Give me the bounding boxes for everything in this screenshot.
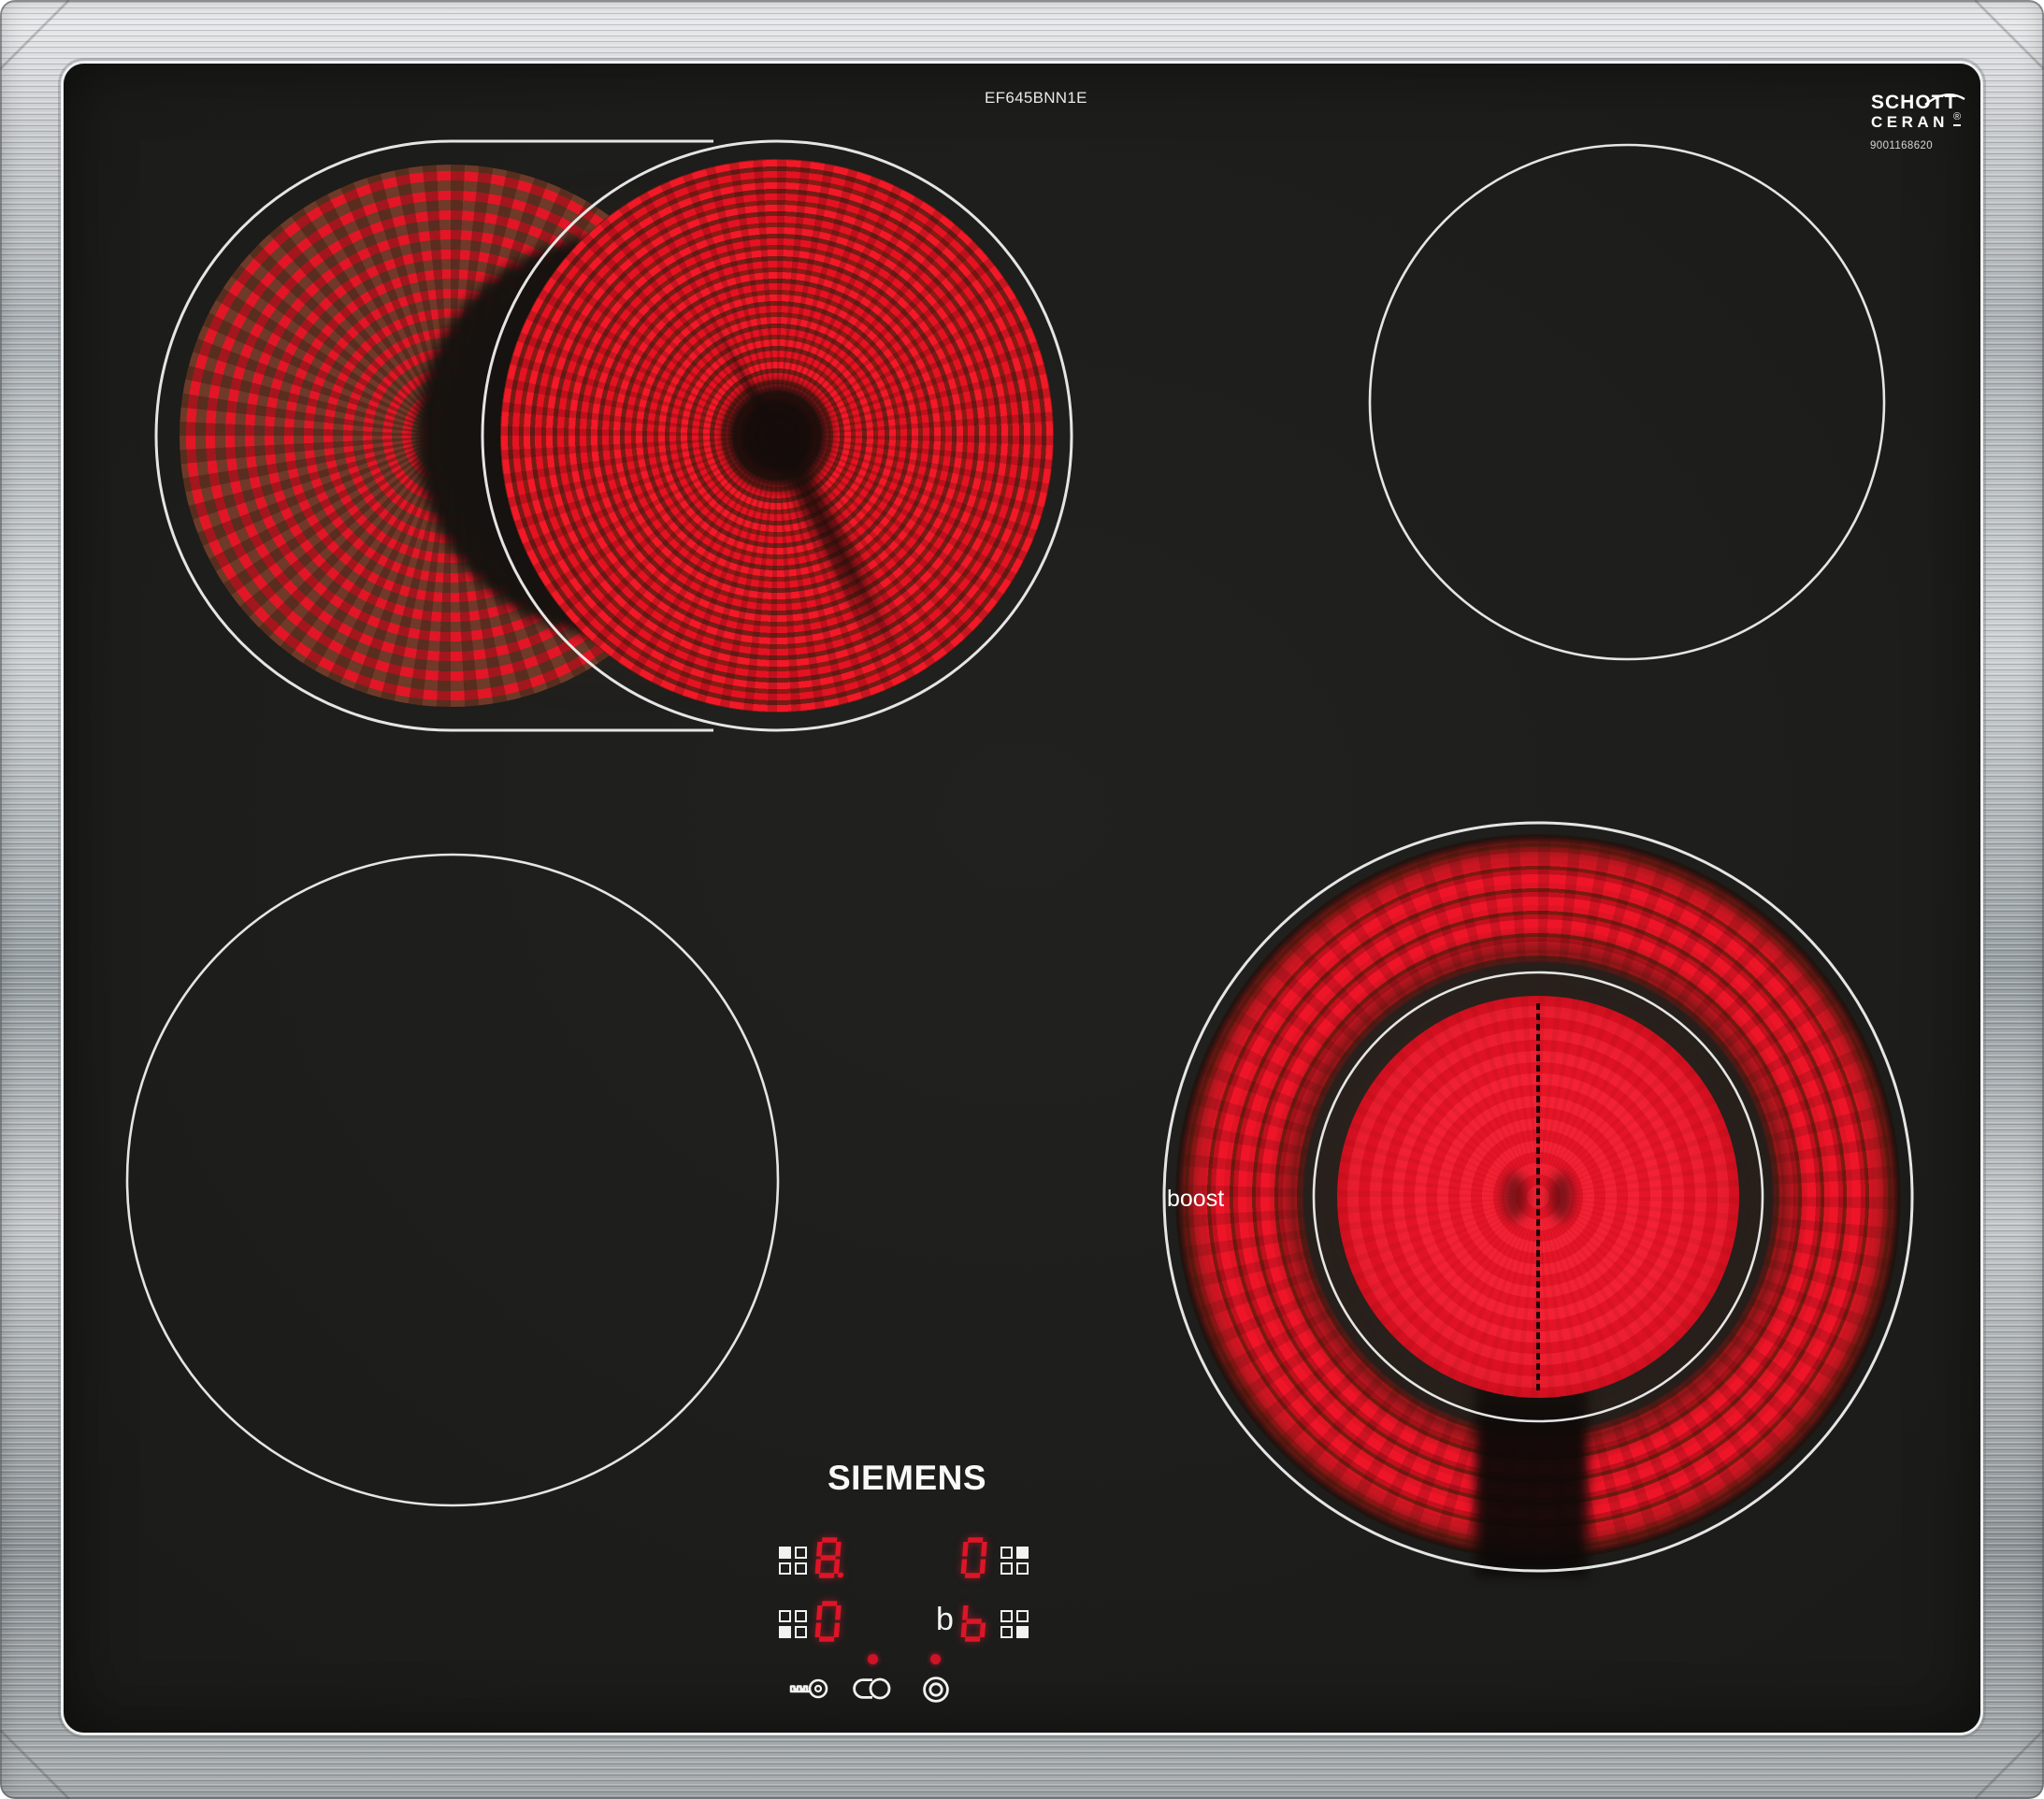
selector-square (779, 1562, 791, 1575)
display-front-left (814, 1601, 842, 1640)
selector-square (1016, 1562, 1029, 1575)
boost-label: boost (1167, 1186, 1224, 1213)
selector-square (1000, 1547, 1013, 1559)
zone-selector-front-left[interactable] (779, 1610, 807, 1638)
hob-product-image: EF645BNN1E SCHOTT CERAN ® 9001168620 boo… (0, 0, 2044, 1799)
frame-miter-top-left (0, 0, 69, 69)
registered-mark: ® (1953, 111, 1961, 126)
selector-square (795, 1547, 807, 1559)
front-right-inner-zone-outline (1314, 972, 1763, 1421)
zone-selector-rear-right[interactable] (1000, 1547, 1029, 1575)
selector-square (779, 1610, 791, 1622)
ceran-text: CERAN (1871, 113, 1949, 132)
zone-selector-front-right[interactable] (1000, 1610, 1029, 1638)
display-rear-right (960, 1537, 987, 1576)
selector-square-filled (779, 1626, 791, 1638)
rear-left-main-zone-outline (482, 141, 1072, 730)
schott-text: SCHOTT (1871, 92, 1957, 114)
frame-miter-bottom-left (0, 1730, 69, 1799)
child-lock-key-icon[interactable] (786, 1677, 829, 1700)
boost-prefix-label: b (936, 1602, 954, 1638)
model-number-text: EF645BNN1E (985, 89, 1087, 108)
selector-square-filled (1016, 1626, 1029, 1638)
selector-square (1000, 1562, 1013, 1575)
frame-miter-bottom-right (1975, 1730, 2044, 1799)
selector-square (795, 1626, 807, 1638)
indicator-dot-extended-zone (868, 1654, 878, 1664)
selector-square-filled (779, 1547, 791, 1559)
selector-square (1000, 1610, 1013, 1622)
front-left-zone-outline (127, 855, 778, 1505)
rear-left-stadium-left-arc (156, 141, 451, 730)
front-right-outer-zone-outline (1164, 823, 1912, 1571)
zone-outline-markings (64, 64, 1980, 1733)
display-front-right (960, 1601, 987, 1640)
siemens-logo: SIEMENS (828, 1459, 986, 1498)
rear-right-zone-outline (1370, 145, 1884, 659)
display-rear-left (814, 1537, 842, 1576)
dual-circuit-icon[interactable] (922, 1676, 950, 1704)
zone-selector-rear-left[interactable] (779, 1547, 807, 1575)
selector-square (795, 1610, 807, 1622)
ceramic-glass-surface: EF645BNN1E SCHOTT CERAN ® 9001168620 boo… (64, 64, 1980, 1733)
selector-square (1016, 1610, 1029, 1622)
frame-miter-top-right (1975, 0, 2044, 69)
glass-serial-text: 9001168620 (1870, 140, 1933, 151)
selector-square-filled (1016, 1547, 1029, 1559)
indicator-dot-dual-circuit (930, 1654, 941, 1664)
extended-zone-icon[interactable] (852, 1677, 893, 1700)
selector-square (795, 1562, 807, 1575)
selector-square (1000, 1626, 1013, 1638)
